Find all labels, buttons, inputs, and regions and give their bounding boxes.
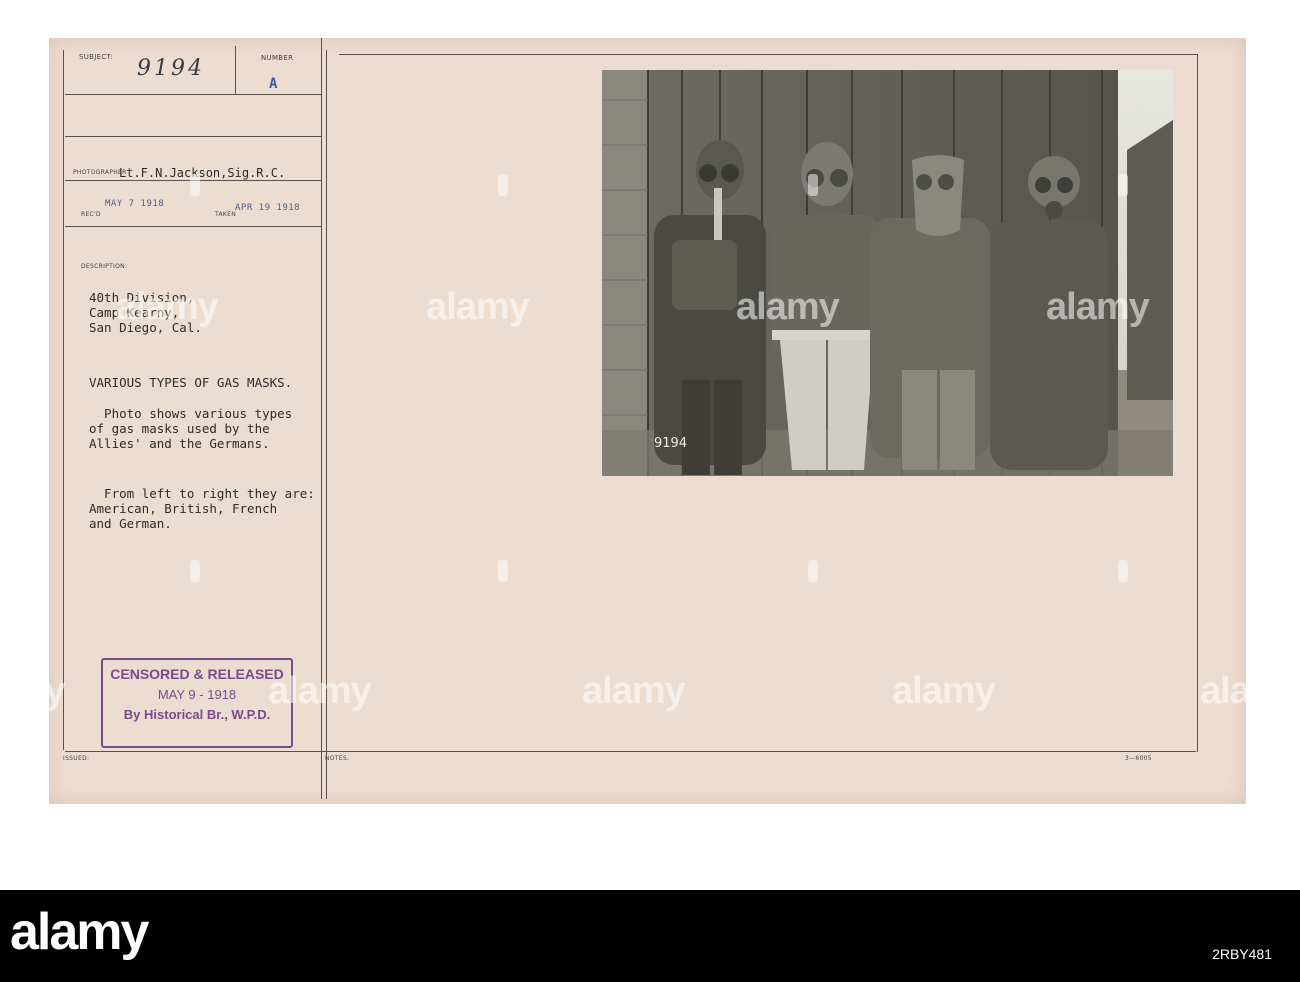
notes-label: NOTES.: [325, 755, 350, 762]
footer-brand-logo: alamy: [10, 903, 149, 961]
watermark-mark: [1118, 174, 1128, 196]
issued-label: ISSUED:: [63, 755, 90, 762]
number-letter: A: [269, 76, 278, 92]
gas-mask-photograph: 9194: [602, 70, 1173, 476]
watermark-text: alamy: [1200, 670, 1300, 712]
watermark-mark: [498, 174, 508, 196]
form-rule-number: [235, 94, 321, 95]
notes-box-top: [339, 54, 1197, 55]
taken-label: TAKEN: [215, 211, 237, 218]
watermark-text: alamy: [268, 670, 372, 712]
watermark-text: alamy: [0, 670, 66, 712]
description-label: DESCRIPTION:: [81, 263, 128, 270]
watermark-mark: [190, 174, 200, 196]
form-vertical-line-number: [235, 46, 236, 94]
watermark-mark: [1118, 560, 1128, 582]
watermark-text: alamy: [426, 286, 530, 328]
watermark-text: alamy: [736, 286, 840, 328]
received-date: MAY 7 1918: [105, 199, 165, 209]
watermark-text: alamy: [1046, 286, 1150, 328]
watermark-mark: [498, 560, 508, 582]
number-label: NUMBER: [261, 54, 294, 62]
stamp-line-3: By Historical Br., W.P.D.: [123, 707, 271, 722]
paragraph-line: of gas masks used by the: [89, 421, 270, 436]
stamp-line-1: CENSORED & RELEASED: [110, 666, 284, 682]
photo-illustration: 9194: [602, 70, 1173, 476]
photographer-name: Lt.F.N.Jackson,Sig.R.C.: [119, 166, 286, 180]
paragraph-line: Photo shows various types: [89, 406, 293, 421]
paragraph-line: Allies' and the Germans.: [89, 436, 270, 451]
notes-box-right: [1197, 54, 1198, 752]
record-title: VARIOUS TYPES OF GAS MASKS.: [89, 375, 293, 390]
subject-number: 9194: [137, 56, 205, 81]
form-number: 3—6005: [1125, 755, 1152, 762]
form-left-edge: [63, 50, 64, 750]
watermark-text: alamy: [892, 670, 996, 712]
watermark-text: alamy: [115, 286, 219, 328]
stamp-line-2: MAY 9 - 1918: [157, 687, 237, 702]
watermark-text: alamy: [582, 670, 686, 712]
form-rule-dates: [65, 226, 321, 227]
description-paragraph-2: From left to right they are: American, B…: [89, 486, 315, 531]
form-rule-issued: [65, 751, 1196, 752]
subject-label: SUBJECT:: [79, 53, 114, 61]
recd-label: REC'D: [81, 211, 101, 218]
paragraph-line: From left to right they are:: [89, 486, 315, 501]
stock-footer-bar: alamy 2RBY481: [0, 890, 1300, 982]
description-paragraph-1: Photo shows various types of gas masks u…: [89, 406, 292, 451]
photo-negative-number: 9194: [654, 436, 687, 451]
watermark-mark: [808, 560, 818, 582]
paragraph-line: and German.: [89, 516, 172, 531]
taken-date: APR 19 1918: [235, 203, 301, 213]
form-rule-top-box: [65, 136, 321, 137]
footer-image-id: 2RBY481: [1212, 946, 1272, 962]
watermark-mark: [190, 560, 200, 582]
watermark-mark: [808, 174, 818, 196]
censored-released-stamp: CENSORED & RELEASED MAY 9 - 1918 By Hist…: [101, 658, 293, 748]
paragraph-line: American, British, French: [89, 501, 278, 516]
